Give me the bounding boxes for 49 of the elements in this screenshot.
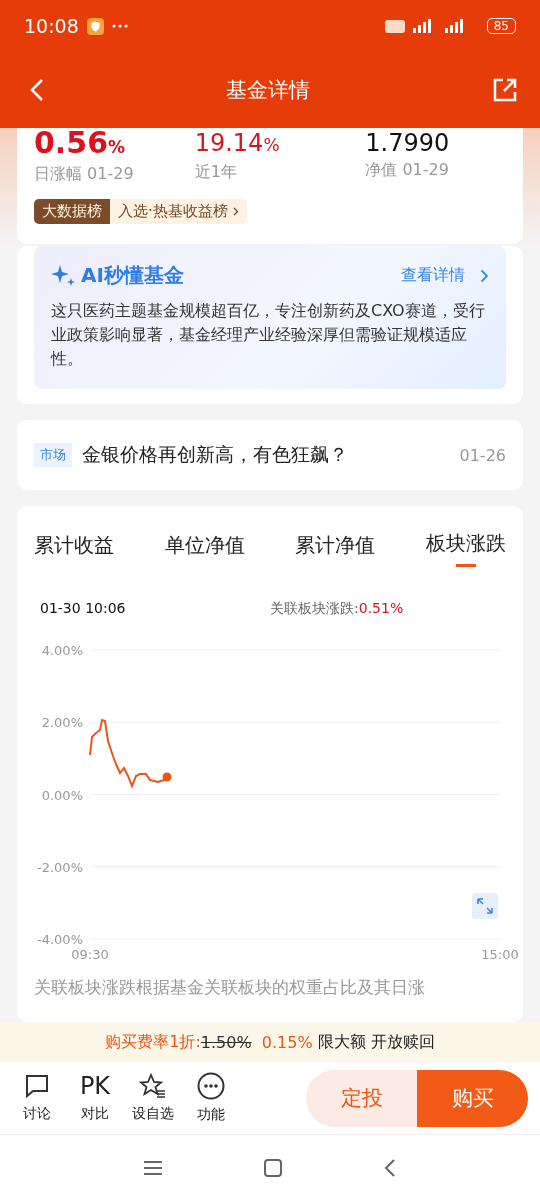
page-title: 基金详情 [226,77,310,104]
chat-icon [24,1073,50,1099]
chevron-icon [480,268,489,283]
share-icon[interactable] [492,77,518,103]
y-axis-label: -4.00% [37,932,83,947]
back-icon[interactable] [383,1157,397,1178]
x-axis-label: 15:00 [481,947,519,962]
news-date: 01-26 [459,445,506,465]
y-axis-label: 4.00% [41,643,83,658]
y-axis-label: 0.00% [41,787,83,803]
action-button[interactable]: PK 对比 [66,1073,124,1123]
ai-title: AI秒懂基金 [81,262,184,289]
stat-label: 净值 01-29 [365,160,450,181]
ai-summary-text: 这只医药主题基金规模超百亿，专注创新药及CXO赛道，受行业政策影响显著，基金经理产业经验深厚但需验证规模适应性。 [51,300,486,370]
status-time: 10:08 [24,15,79,37]
stat-value: 1.7990 [365,128,451,158]
more-icon [111,24,128,28]
home-icon[interactable] [263,1157,283,1178]
chevron-icon [232,207,239,216]
details-link[interactable]: 查看详情 [401,265,465,286]
stat-value: 0.56% [34,128,127,162]
news-tag: 市场 [34,443,72,467]
stat-value: 19.14% [194,128,281,159]
stat-label: 近1年 [194,162,238,183]
action-button[interactable]: 设自选 [124,1073,182,1123]
x-axis-label: 09:30 [71,947,109,962]
action-button[interactable]: 功能 [182,1072,240,1124]
menu-icon[interactable] [143,1159,163,1176]
back-icon[interactable] [30,78,44,102]
sector-change-reading: 关联板块涨跌:0.51% [270,600,404,618]
more-icon [197,1072,225,1100]
ranking-badge[interactable]: 大数据榜 入选·热基收益榜 [34,199,247,224]
pk-icon: PK [79,1073,111,1099]
chart-tab[interactable]: 累计收益 [34,524,114,570]
shield-icon [86,17,104,35]
fee-banner: 购买费率1折:1.50% 0.15% 限大额 开放赎回 [0,1022,540,1062]
news-title: 金银价格再创新高，有色狂飙？ [82,442,349,467]
battery-level: 85 [486,18,516,34]
news-item[interactable]: 市场 金银价格再创新高，有色狂飙？ 01-26 [17,420,523,490]
y-axis-label: -2.00% [37,859,83,875]
star-list-icon [139,1073,167,1099]
chart-timestamp: 01-30 10:06 [40,600,127,618]
stat-label: 日涨幅 01-29 [34,164,135,185]
action-button[interactable]: 讨论 [8,1073,66,1123]
expand-icon[interactable] [472,893,498,919]
chart-tab[interactable]: 累计净值 [295,524,376,570]
chart-tab[interactable]: 单位净值 [164,524,245,570]
chart-note: 关联板块涨跌根据基金关联板块的权重占比及其日涨 [34,976,426,999]
y-axis-label: 2.00% [41,715,83,731]
